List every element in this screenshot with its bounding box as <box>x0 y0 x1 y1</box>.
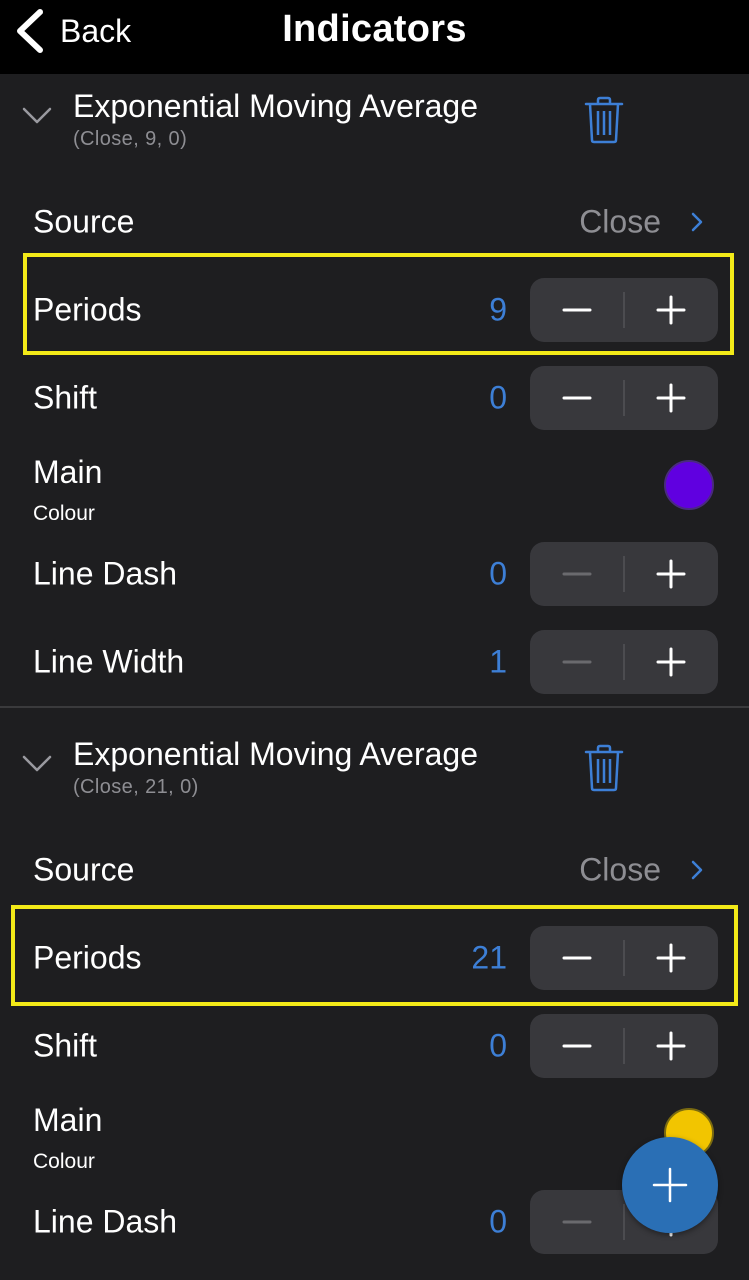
plus-icon <box>656 943 686 973</box>
line-dash-label: Line Dash <box>33 555 178 592</box>
main-label: Main <box>33 1102 103 1138</box>
trash-icon[interactable] <box>583 744 625 792</box>
minus-icon <box>562 396 592 400</box>
shift-label: Shift <box>33 379 98 416</box>
minus-icon <box>562 1044 592 1048</box>
shift-decrement-button[interactable] <box>530 366 624 430</box>
shift-decrement-button[interactable] <box>530 1014 624 1078</box>
indicator-section-1: Exponential Moving Average (Close, 9, 0)… <box>0 76 749 706</box>
chevron-right-icon <box>691 212 703 232</box>
indicator-subtitle: (Close, 9, 0) <box>73 128 188 150</box>
minus-icon <box>562 660 592 664</box>
shift-row: Shift 0 <box>0 360 749 436</box>
chevron-down-icon[interactable] <box>22 106 52 126</box>
colour-label: Colour <box>33 502 95 525</box>
shift-row: Shift 0 <box>0 1008 749 1084</box>
shift-increment-button[interactable] <box>624 1014 718 1078</box>
colour-swatch[interactable] <box>664 460 714 510</box>
indicator-header[interactable]: Exponential Moving Average (Close, 9, 0) <box>0 76 749 186</box>
indicator-title: Exponential Moving Average <box>73 88 479 124</box>
periods-value: 21 <box>471 939 507 976</box>
periods-decrement-button[interactable] <box>530 278 624 342</box>
minus-icon <box>562 956 592 960</box>
shift-label: Shift <box>33 1027 98 1064</box>
indicator-title: Exponential Moving Average <box>73 736 479 772</box>
line-dash-value: 0 <box>489 555 507 592</box>
navigation-bar: Back Indicators <box>0 0 749 74</box>
line-dash-row: Line Dash 0 <box>0 536 749 612</box>
line-dash-increment-button[interactable] <box>624 542 718 606</box>
main-colour-row: Main Colour <box>0 450 749 540</box>
line-width-label: Line Width <box>33 643 185 680</box>
shift-stepper <box>530 366 718 430</box>
add-indicator-button[interactable] <box>622 1137 718 1233</box>
line-dash-decrement-button[interactable] <box>530 1190 624 1254</box>
periods-label: Periods <box>33 939 142 976</box>
shift-increment-button[interactable] <box>624 366 718 430</box>
colour-label: Colour <box>33 1150 95 1173</box>
plus-icon <box>656 383 686 413</box>
plus-icon <box>652 1167 688 1203</box>
shift-value: 0 <box>489 1027 507 1064</box>
periods-increment-button[interactable] <box>624 926 718 990</box>
line-dash-value: 0 <box>489 1203 507 1240</box>
line-dash-decrement-button[interactable] <box>530 542 624 606</box>
line-width-stepper <box>530 630 718 694</box>
minus-icon <box>562 572 592 576</box>
section-divider <box>0 706 749 708</box>
plus-icon <box>656 295 686 325</box>
plus-icon <box>656 559 686 589</box>
periods-row: Periods 21 <box>0 920 749 996</box>
chevron-right-icon <box>691 860 703 880</box>
line-dash-label: Line Dash <box>33 1203 178 1240</box>
trash-icon[interactable] <box>583 96 625 144</box>
line-width-increment-button[interactable] <box>624 630 718 694</box>
line-width-row: Line Width 1 <box>0 624 749 700</box>
line-width-value: 1 <box>489 643 507 680</box>
source-row[interactable]: Source Close <box>0 184 749 260</box>
source-value: Close <box>579 203 661 240</box>
source-row[interactable]: Source Close <box>0 832 749 908</box>
minus-icon <box>562 308 592 312</box>
minus-icon <box>562 1220 592 1224</box>
shift-value: 0 <box>489 379 507 416</box>
source-label: Source <box>33 203 135 240</box>
main-label: Main <box>33 454 103 490</box>
indicator-header[interactable]: Exponential Moving Average (Close, 21, 0… <box>0 724 749 834</box>
indicator-subtitle: (Close, 21, 0) <box>73 776 199 798</box>
periods-decrement-button[interactable] <box>530 926 624 990</box>
line-dash-stepper <box>530 542 718 606</box>
periods-row: Periods 9 <box>0 272 749 348</box>
periods-stepper <box>530 926 718 990</box>
periods-value: 9 <box>489 291 507 328</box>
source-label: Source <box>33 851 135 888</box>
plus-icon <box>656 1031 686 1061</box>
source-value: Close <box>579 851 661 888</box>
periods-label: Periods <box>33 291 142 328</box>
plus-icon <box>656 647 686 677</box>
chevron-down-icon[interactable] <box>22 754 52 774</box>
periods-stepper <box>530 278 718 342</box>
shift-stepper <box>530 1014 718 1078</box>
page-title: Indicators <box>282 8 467 50</box>
periods-increment-button[interactable] <box>624 278 718 342</box>
line-width-decrement-button[interactable] <box>530 630 624 694</box>
